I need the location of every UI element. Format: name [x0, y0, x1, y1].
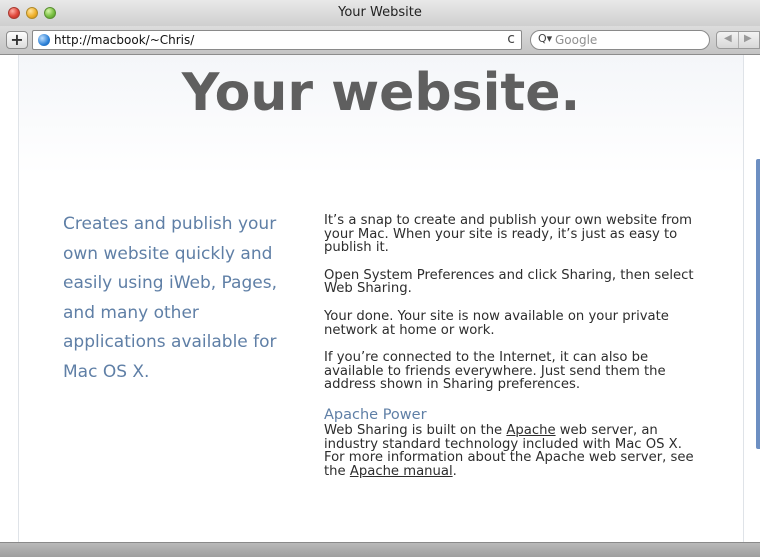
web-content[interactable]: Your website. Creates and publish your o… — [0, 55, 760, 542]
page-container: Your website. Creates and publish your o… — [18, 55, 744, 542]
status-bar — [0, 542, 760, 557]
window-title: Your Website — [338, 5, 422, 20]
address-bar[interactable]: http://macbook/~Chris/ c — [32, 30, 522, 50]
page-title: Your website. — [181, 63, 581, 123]
body-column: It’s a snap to create and publish your o… — [324, 214, 694, 492]
paragraph: Open System Preferences and click Sharin… — [324, 267, 694, 297]
nav-divider — [738, 32, 739, 48]
browser-toolbar: + http://macbook/~Chris/ c Q▾ Google ◀ ▶ — [0, 26, 760, 55]
paragraph: Your done. Your site is now available on… — [324, 308, 669, 338]
search-field[interactable]: Q▾ Google — [530, 30, 710, 50]
paragraph: If you’re connected to the Internet, it … — [324, 350, 666, 393]
scroll-edge-indicator — [756, 159, 760, 449]
search-icon[interactable]: Q▾ — [538, 32, 552, 45]
tagline: Creates and publish your own website qui… — [63, 214, 277, 382]
url-text[interactable]: http://macbook/~Chris/ — [54, 33, 194, 47]
apache-manual-link[interactable]: Apache manual — [350, 464, 453, 479]
back-arrow-icon[interactable]: ◀ — [724, 33, 732, 44]
apache-power-heading: Apache Power — [324, 406, 427, 423]
globe-icon — [38, 34, 50, 46]
search-placeholder: Google — [555, 33, 598, 47]
back-forward-buttons: ◀ ▶ — [716, 31, 760, 49]
reload-icon[interactable]: c — [507, 31, 515, 47]
browser-window: Your Website + http://macbook/~Chris/ c … — [0, 0, 760, 557]
forward-arrow-icon[interactable]: ▶ — [744, 33, 752, 44]
paragraph: It’s a snap to create and publish your o… — [324, 213, 693, 256]
apache-text-3: . — [452, 463, 457, 479]
add-bookmark-button[interactable]: + — [6, 31, 28, 49]
title-bar: Your Website — [0, 0, 760, 27]
apache-paragraph: Web Sharing is built on the Apache web s… — [324, 424, 694, 478]
